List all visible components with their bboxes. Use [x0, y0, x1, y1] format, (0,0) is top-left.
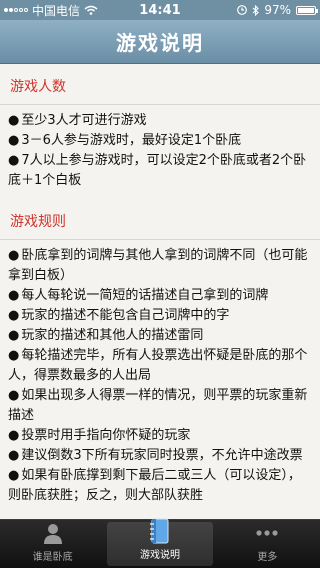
- list-item-text: 如果有卧底撑到剩下最后二或三人（可以设定），则卧底获胜；反之，则大部队获胜: [8, 468, 301, 503]
- tab-label: 游戏说明: [139, 550, 180, 561]
- bullet-icon: ●: [8, 328, 20, 343]
- signal-strength-icon: [4, 8, 28, 12]
- more-dots-icon: [254, 520, 280, 546]
- bullet-icon: ●: [8, 248, 20, 263]
- list-item: ● 3－6人参与游戏时，最好设定1个卧底: [8, 131, 312, 151]
- status-time: 14:41: [139, 2, 181, 18]
- list-item: ● 每轮描述完毕，所有人投票选出怀疑是卧底的那个人，得票数最多的人出局: [8, 346, 312, 386]
- list-item: ● 7人以上参与游戏时，可以设定2个卧底或者2个卧底＋1个白板: [8, 151, 312, 191]
- carrier-label: 中国电信: [32, 3, 81, 18]
- instructions-content[interactable]: 游戏人数 ● 至少3人才可进行游戏 ● 3－6人参与游戏时，最好设定1个卧底 ● 7人以上参…: [0, 64, 320, 519]
- list-item-text: 每轮描述完毕，所有人投票选出怀疑是卧底的那个人，得票数最多的人出局: [8, 348, 308, 383]
- bullet-icon: ●: [8, 448, 20, 463]
- nav-bar: 游戏说明: [0, 20, 320, 64]
- bullet-icon: ●: [8, 308, 20, 323]
- tab-more[interactable]: 更多: [215, 520, 320, 568]
- clock-icon: [237, 5, 248, 15]
- person-icon: [40, 520, 66, 546]
- list-item: ● 至少3人才可进行游戏: [8, 111, 312, 131]
- bullet-icon: ●: [8, 468, 20, 483]
- list-item-text: 玩家的描述和其他人的描述雷同: [21, 328, 204, 343]
- bullet-icon: ●: [8, 428, 20, 443]
- list-item-text: 卧底拿到的词牌与其他人拿到的词牌不同（也可能拿到白板）: [8, 248, 308, 283]
- list-item: ● 每人每轮说一简短的话描述自己拿到的词牌: [8, 286, 312, 306]
- battery-percent: 97%: [264, 3, 291, 17]
- tab-who-is-undercover[interactable]: 谁是卧底: [0, 520, 105, 568]
- list-item: ● 如果出现多人得票一样的情况，则平票的玩家重新描述: [8, 386, 312, 426]
- list-item: ● 玩家的描述和其他人的描述雷同: [8, 326, 312, 346]
- list-item-text: 至少3人才可进行游戏: [21, 113, 147, 128]
- status-bar: 中国电信 14:41 97%: [0, 0, 320, 20]
- section-body: ● 卧底拿到的词牌与其他人拿到的词牌不同（也可能拿到白板） ● 每人每轮说一简短的话描…: [0, 240, 320, 514]
- tab-label: 更多: [257, 552, 278, 563]
- list-item-text: 玩家的描述不能包含自己词牌中的字: [21, 308, 230, 323]
- list-item-text: 7人以上参与游戏时，可以设定2个卧底或者2个卧底＋1个白板: [8, 153, 307, 188]
- tab-label: 谁是卧底: [32, 552, 73, 563]
- list-item: ● 建议倒数3下所有玩家同时投票，不允许中途改票: [8, 446, 312, 466]
- bullet-icon: ●: [8, 113, 20, 128]
- notebook-icon: [147, 518, 173, 544]
- list-item: ● 玩家的描述不能包含自己词牌中的字: [8, 306, 312, 326]
- list-item-text: 投票时用手指向你怀疑的玩家: [21, 428, 191, 443]
- bullet-icon: ●: [8, 133, 20, 148]
- list-item: ● 卧底拿到的词牌与其他人拿到的词牌不同（也可能拿到白板）: [8, 246, 312, 286]
- list-item-text: 如果出现多人得票一样的情况，则平票的玩家重新描述: [8, 388, 308, 423]
- list-item-text: 每人每轮说一简短的话描述自己拿到的词牌: [21, 288, 269, 303]
- section-body: ● 至少3人才可进行游戏 ● 3－6人参与游戏时，最好设定1个卧底 ● 7人以上参与游戏时…: [0, 105, 320, 199]
- list-item: ● 投票时用手指向你怀疑的玩家: [8, 426, 312, 446]
- tab-game-instructions[interactable]: 游戏说明: [107, 518, 213, 566]
- bullet-icon: ●: [8, 153, 20, 168]
- bullet-icon: ●: [8, 388, 20, 403]
- bullet-icon: ●: [8, 288, 20, 303]
- list-item-text: 建议倒数3下所有玩家同时投票，不允许中途改票: [21, 448, 303, 463]
- list-item-text: 3－6人参与游戏时，最好设定1个卧底: [21, 133, 242, 148]
- battery-icon: [296, 5, 318, 15]
- list-item: ● 如果有卧底撑到剩下最后二或三人（可以设定），则卧底获胜；反之，则大部队获胜: [8, 466, 312, 506]
- bluetooth-icon: [252, 4, 260, 16]
- page-title: 游戏说明: [116, 31, 204, 55]
- section-title: 游戏人数: [0, 64, 320, 105]
- tab-bar: 谁是卧底 游戏说明 更多: [0, 518, 320, 568]
- section-title: 游戏规则: [0, 199, 320, 240]
- wifi-icon: [84, 5, 98, 15]
- bullet-icon: ●: [8, 348, 20, 363]
